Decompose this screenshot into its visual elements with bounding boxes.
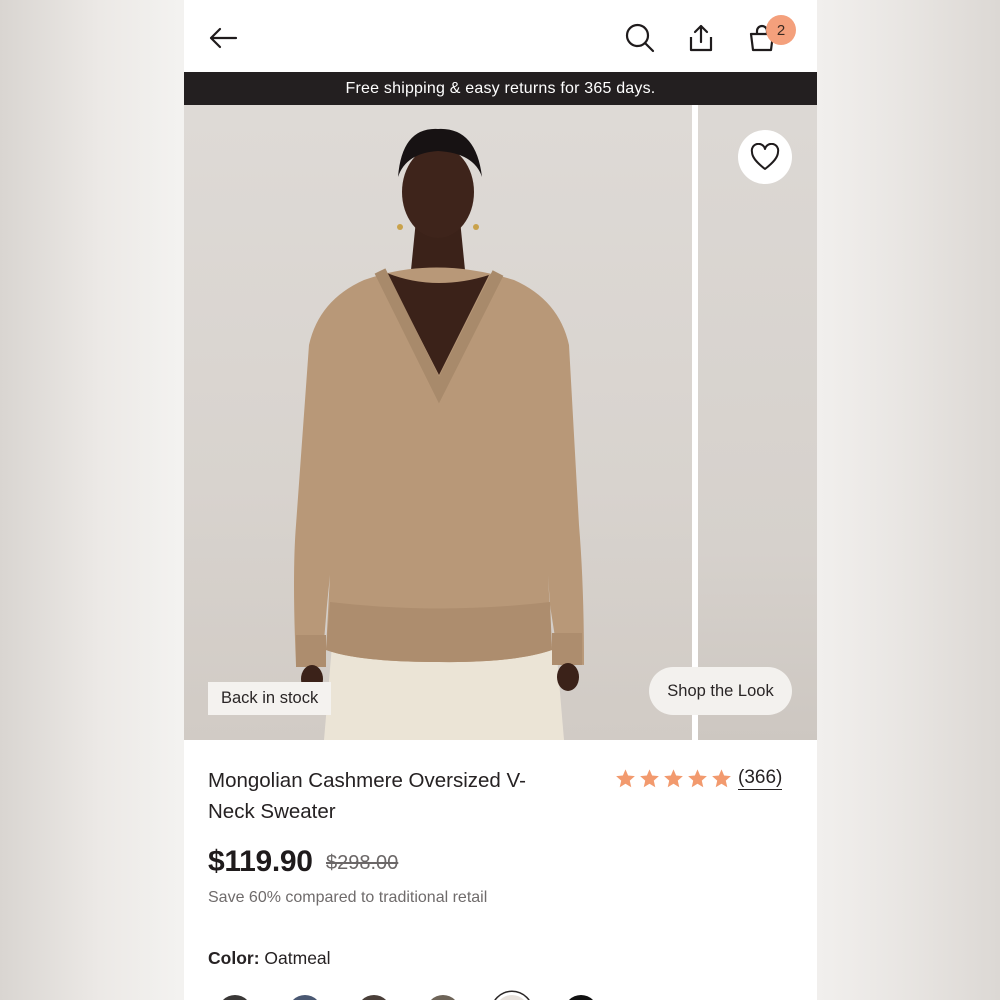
color-selection-label: Color: Oatmeal — [208, 948, 331, 969]
search-button[interactable] — [618, 16, 662, 60]
sale-price: $119.90 — [208, 845, 313, 878]
star-icon — [688, 769, 707, 788]
rating-stars — [615, 768, 732, 789]
color-swatch-black[interactable] — [564, 995, 598, 1000]
star-icon — [712, 769, 731, 788]
promo-banner: Free shipping & easy returns for 365 day… — [184, 72, 817, 105]
product-gallery[interactable]: Back in stock Shop the Look — [184, 105, 817, 740]
product-image[interactable]: Back in stock — [184, 105, 692, 740]
star-icon — [640, 769, 659, 788]
color-value: Oatmeal — [264, 948, 331, 968]
model-photo — [294, 128, 584, 740]
color-swatch-navy[interactable] — [288, 995, 322, 1000]
app-screen: 2 Free shipping & easy returns for 365 d… — [184, 0, 817, 1000]
arrow-left-icon — [209, 27, 238, 49]
star-icon — [616, 769, 635, 788]
product-title: Mongolian Cashmere Oversized V-Neck Swea… — [208, 769, 526, 823]
search-icon — [625, 23, 655, 53]
top-bar: 2 — [184, 0, 817, 72]
color-swatch-oatmeal[interactable] — [495, 995, 529, 1000]
savings-note: Save 60% compared to traditional retail — [208, 889, 488, 906]
back-in-stock-badge: Back in stock — [208, 682, 332, 715]
review-count-link[interactable]: (366) — [738, 767, 783, 790]
color-swatch-brown[interactable] — [357, 995, 391, 1000]
color-label: Color: — [208, 948, 260, 968]
color-swatch-taupe[interactable] — [426, 995, 460, 1000]
shop-the-look-button[interactable]: Shop the Look — [649, 667, 792, 715]
star-icon — [664, 769, 683, 788]
next-image-peek[interactable] — [698, 105, 817, 740]
original-price: $298.00 — [326, 852, 399, 874]
back-button[interactable] — [201, 16, 245, 60]
color-swatch-charcoal[interactable] — [218, 995, 252, 1000]
heart-icon — [750, 143, 780, 170]
favorite-button[interactable] — [738, 130, 792, 184]
share-button[interactable] — [679, 16, 723, 60]
share-icon — [689, 24, 713, 52]
cart-count-badge: 2 — [766, 15, 796, 45]
product-rating[interactable]: (366) — [615, 767, 783, 790]
